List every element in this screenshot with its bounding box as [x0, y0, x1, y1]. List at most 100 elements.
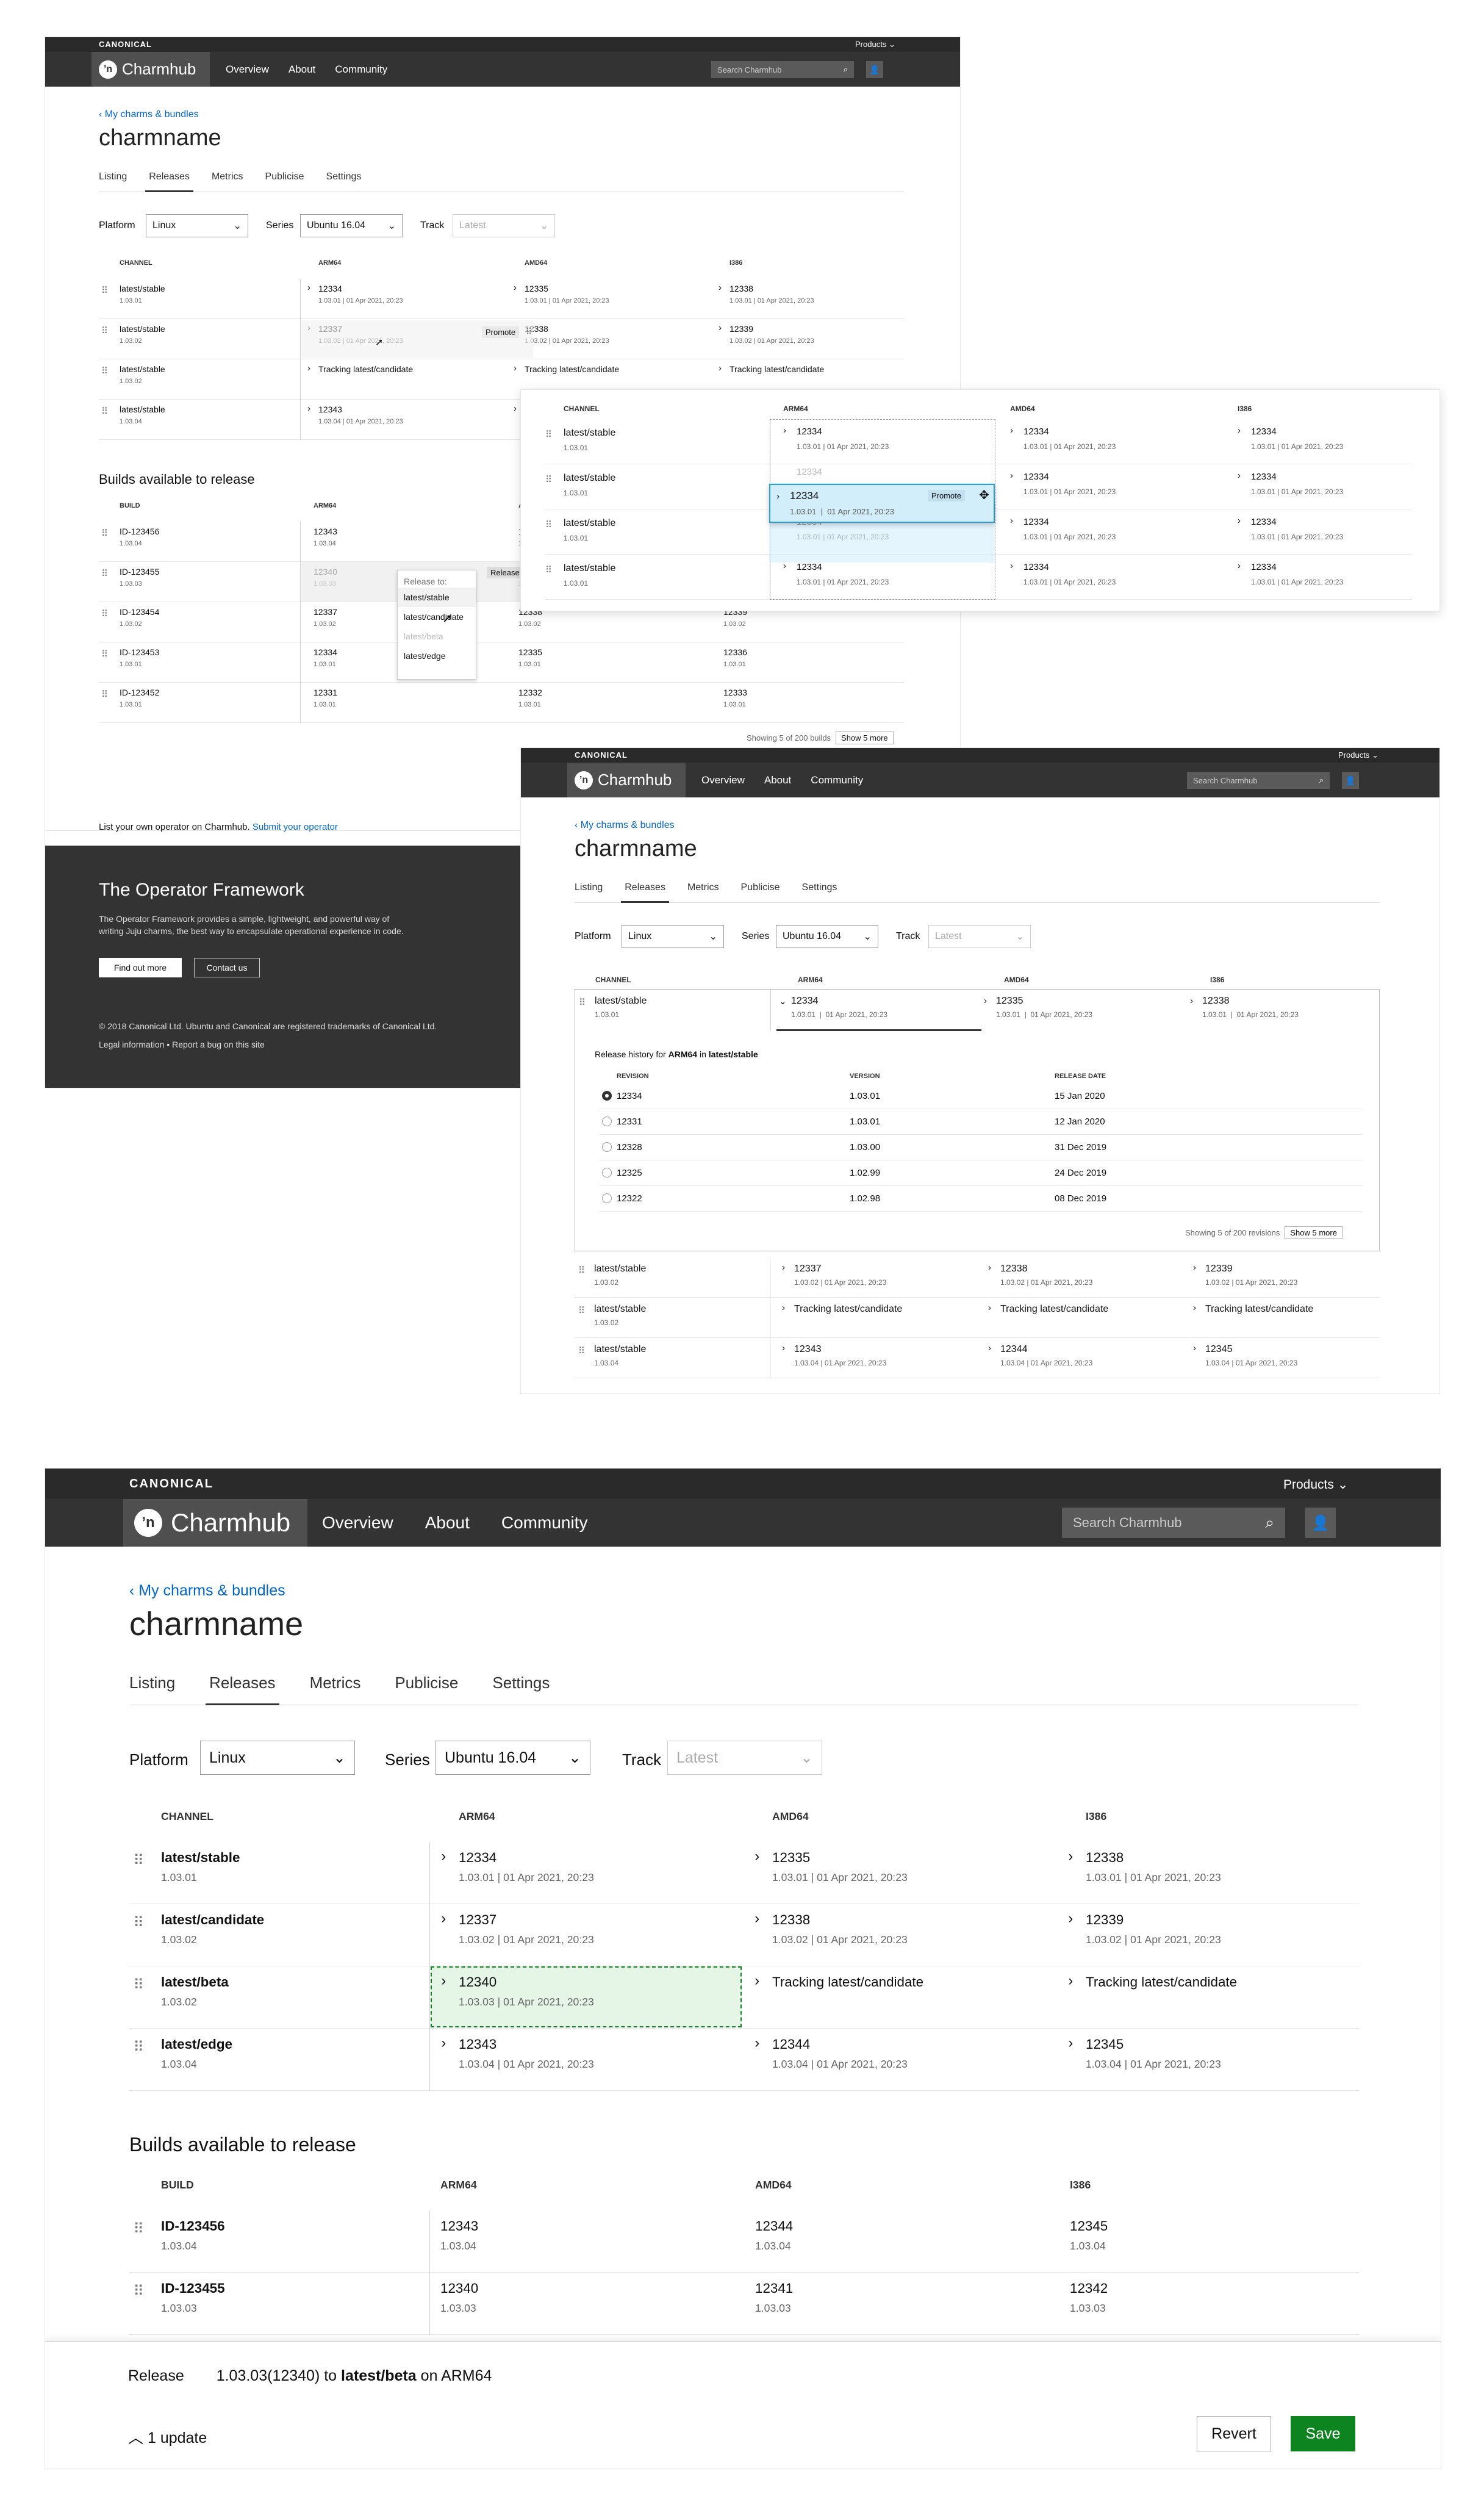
track-select[interactable]: Latest ⌄ — [928, 925, 1031, 948]
history-row[interactable]: 12331 1.03.01 12 Jan 2020 — [600, 1109, 1362, 1135]
drag-handle-icon[interactable]: ⠿ — [133, 2220, 144, 2238]
dropdown-item-edge[interactable]: latest/edge — [404, 646, 470, 666]
platform-select[interactable]: Linux ⌄ — [622, 925, 724, 948]
drag-handle-icon[interactable]: ⠿ — [545, 564, 552, 575]
drag-handle-icon[interactable]: ⠿ — [101, 528, 108, 539]
cell-amd64[interactable]: › 12344 1.03.04 | 01 Apr 2021, 20:23 — [986, 1338, 1187, 1378]
track-select[interactable]: Latest ⌄ — [453, 214, 555, 237]
tab-releases[interactable]: Releases — [206, 1674, 279, 1705]
drag-handle-icon[interactable]: ⠿ — [133, 1976, 144, 1994]
cell-amd64[interactable]: › 12335 1.03.01 | 01 Apr 2021, 20:23 — [751, 1842, 1065, 1904]
drag-handle-icon[interactable]: ⠿ — [101, 365, 108, 376]
platform-select[interactable]: Linux ⌄ — [200, 1741, 355, 1775]
search-icon[interactable]: ⌕ — [844, 65, 848, 74]
cell-i386[interactable]: › 12339 1.03.02 | 01 Apr 2021, 20:23 — [1191, 1257, 1392, 1298]
radio-icon[interactable] — [602, 1116, 612, 1126]
cell-i386[interactable]: 12333 1.03.01 — [723, 683, 904, 723]
cell-i386[interactable]: 123421.03.03 — [1070, 2273, 1359, 2335]
user-icon[interactable]: 👤 — [866, 61, 883, 78]
cell-arm64[interactable]: › 12343 1.03.04 | 01 Apr 2021, 20:23 — [438, 2029, 751, 2091]
cell-arm64[interactable]: 12331 1.03.01 — [314, 683, 518, 723]
cell-amd64[interactable]: 123441.03.04 — [755, 2210, 1070, 2273]
series-select[interactable]: Ubuntu 16.04 ⌄ — [300, 214, 403, 237]
radio-checked-icon[interactable] — [602, 1091, 612, 1101]
drag-handle-icon[interactable]: ⠿ — [101, 568, 108, 579]
drag-handle-icon[interactable]: ⠿ — [545, 519, 552, 530]
cell-arm64[interactable]: ›123341.03.01 | 01 Apr 2021, 20:23 — [438, 1842, 751, 1904]
cell-i386[interactable]: › Tracking latest/candidate — [1065, 1966, 1338, 2029]
contact-us-button[interactable]: Contact us — [194, 958, 260, 977]
nav-community[interactable]: Community — [501, 1513, 588, 1533]
tab-settings[interactable]: Settings — [326, 171, 362, 192]
history-row[interactable]: 12322 1.02.98 08 Dec 2019 — [600, 1186, 1362, 1212]
cell-i386[interactable]: › 12334 1.03.01 | 01 Apr 2021, 20:23 — [1238, 509, 1439, 555]
search-icon[interactable]: ⌕ — [1265, 1513, 1274, 1533]
breadcrumb[interactable]: ‹ My charms & bundles — [129, 1582, 285, 1600]
i386-cell[interactable]: › 12338 1.03.01 | 01 Apr 2021, 20:23 — [1188, 990, 1380, 1031]
cell-amd64[interactable]: › Tracking latest/candidate — [751, 1966, 1065, 2029]
cell-arm64[interactable]: 12343 1.03.04 — [314, 522, 518, 562]
nav-community[interactable]: Community — [811, 774, 863, 786]
tab-settings[interactable]: Settings — [492, 1674, 550, 1705]
products-menu[interactable]: Products ⌄ — [1283, 1477, 1348, 1492]
tab-metrics[interactable]: Metrics — [310, 1674, 361, 1705]
dragged-revision[interactable]: › 12334 1.03.01 | 01 Apr 2021, 20:23 Pro… — [769, 484, 995, 523]
cell-arm64[interactable]: › 12343 1.03.04 | 01 Apr 2021, 20:23 — [304, 400, 510, 440]
updates-toggle[interactable]: ︿ 1 update — [128, 2426, 207, 2448]
radio-icon[interactable] — [602, 1168, 612, 1178]
breadcrumb[interactable]: ‹ My charms & bundles — [99, 109, 199, 120]
drag-handle-icon[interactable]: ⠿ — [578, 1305, 585, 1316]
cell-i386[interactable]: › Tracking latest/candidate — [1191, 1298, 1392, 1338]
cell-arm64[interactable]: › 12343 1.03.04 | 01 Apr 2021, 20:23 — [780, 1338, 981, 1378]
drag-handle-icon[interactable]: ⠿ — [578, 1345, 585, 1356]
nav-community[interactable]: Community — [335, 63, 387, 76]
radio-icon[interactable] — [602, 1193, 612, 1203]
drag-handle-icon[interactable]: ⠿ — [101, 689, 108, 700]
cell-amd64[interactable]: › 12335 1.03.01 | 01 Apr 2021, 20:23 — [510, 279, 715, 319]
cell-i386[interactable]: › 12338 1.03.01 | 01 Apr 2021, 20:23 — [1065, 1842, 1338, 1904]
tab-publicise[interactable]: Publicise — [395, 1674, 458, 1705]
user-icon[interactable]: 👤 — [1305, 1508, 1336, 1538]
cell-amd64[interactable]: › 12334 1.03.01 | 01 Apr 2021, 20:23 — [1010, 464, 1230, 509]
drag-handle-icon[interactable]: ⠿ — [133, 1914, 144, 1932]
track-select[interactable]: Latest ⌄ — [667, 1741, 822, 1775]
revert-button[interactable]: Revert — [1197, 2416, 1271, 2451]
cell-amd64[interactable]: ›123381.03.02 | 01 Apr 2021, 20:23 — [986, 1257, 1187, 1298]
tab-settings[interactable]: Settings — [802, 882, 837, 902]
amd64-cell[interactable]: › 12335 1.03.01 | 01 Apr 2021, 20:23 — [981, 990, 1186, 1031]
tab-publicise[interactable]: Publicise — [265, 171, 304, 192]
promote-button[interactable]: Promote — [482, 326, 520, 338]
drag-handle-icon[interactable]: ⠿ — [133, 2282, 144, 2300]
platform-select[interactable]: Linux ⌄ — [146, 214, 248, 237]
cell-arm64[interactable]: ›123371.03.02 | 01 Apr 2021, 20:23 — [780, 1257, 981, 1298]
history-row[interactable]: 12334 1.03.01 15 Jan 2020 — [600, 1084, 1362, 1109]
tab-metrics[interactable]: Metrics — [687, 882, 719, 902]
tab-listing[interactable]: Listing — [575, 882, 603, 902]
footer-links[interactable]: Legal information • Report a bug on this… — [99, 1040, 265, 1049]
cell-arm64[interactable]: › 12340 1.03.03 | 01 Apr 2021, 20:23 — [438, 1966, 751, 2029]
nav-overview[interactable]: Overview — [701, 774, 745, 786]
cell-arm64[interactable]: ›123371.03.02 | 01 Apr 2021, 20:23 — [438, 1904, 751, 1966]
nav-about[interactable]: About — [764, 774, 791, 786]
cell-i386[interactable]: 12336 1.03.01 — [723, 642, 904, 683]
dropdown-item-candidate[interactable]: latest/candidate — [404, 607, 470, 627]
cell-arm64[interactable]: 123401.03.03 — [440, 2273, 755, 2335]
drag-handle-icon[interactable]: ⠿ — [133, 1852, 144, 1869]
cell-i386[interactable]: › 12339 1.03.02 | 01 Apr 2021, 20:23 — [715, 319, 889, 359]
drag-handle-icon[interactable]: ⠿ — [579, 997, 586, 1008]
products-menu[interactable]: Products ⌄ — [1338, 750, 1378, 760]
nav-overview[interactable]: Overview — [226, 63, 269, 76]
products-menu[interactable]: Products ⌄ — [855, 40, 895, 49]
cell-arm64[interactable]: ›123341.03.01 | 01 Apr 2021, 20:23 — [304, 279, 510, 319]
search-icon[interactable]: ⌕ — [1319, 775, 1324, 785]
radio-icon[interactable] — [602, 1142, 612, 1152]
charmhub-logo[interactable]: ʼn Charmhub — [567, 763, 686, 797]
search-input[interactable]: Search Charmhub ⌕ — [1062, 1508, 1285, 1538]
cell-amd64[interactable]: ›123381.03.02 | 01 Apr 2021, 20:23 — [751, 1904, 1065, 1966]
charmhub-logo[interactable]: ʼn Charmhub — [91, 52, 210, 87]
dropdown-item-stable[interactable]: latest/stable — [398, 588, 476, 607]
cell-arm64[interactable]: 12343 1.03.04 — [440, 2210, 755, 2273]
cell-amd64[interactable]: 123411.03.03 — [755, 2273, 1070, 2335]
nav-about[interactable]: About — [425, 1513, 470, 1533]
drag-handle-icon[interactable]: ⠿ — [101, 649, 108, 660]
